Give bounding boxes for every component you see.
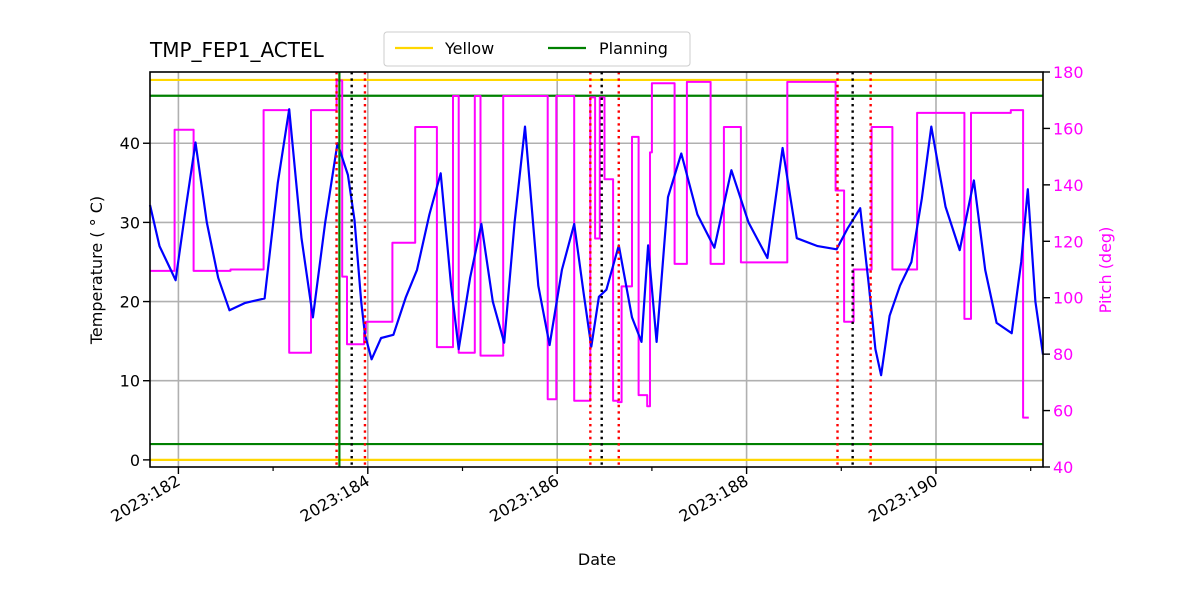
chart-title: TMP_FEP1_ACTEL <box>149 38 325 62</box>
legend-label-yellow: Yellow <box>444 39 494 58</box>
y2-tick-label: 180 <box>1053 63 1084 82</box>
y2-tick-label: 100 <box>1053 289 1084 308</box>
y-axis-left: 0 10 20 30 40 <box>120 134 150 470</box>
y2-axis-label: Pitch (deg) <box>1096 227 1115 314</box>
y2-tick-label: 160 <box>1053 119 1084 138</box>
y-tick-label: 10 <box>120 372 140 391</box>
x-axis-label: Date <box>578 550 616 569</box>
x-axis: 2023:182 2023:184 2023:186 2023:188 2023:190 <box>108 467 1032 526</box>
x-tick-label: 2023:184 <box>297 471 373 526</box>
legend-label-planning: Planning <box>599 39 668 58</box>
x-tick-label: 2023:186 <box>486 471 562 526</box>
y2-tick-label: 120 <box>1053 232 1084 251</box>
legend: Yellow Planning <box>383 31 691 67</box>
y2-tick-label: 140 <box>1053 176 1084 195</box>
y2-tick-label: 40 <box>1053 458 1073 477</box>
y2-tick-label: 80 <box>1053 345 1073 364</box>
chart: TMP_FEP1_ACTEL Yellow Planning 2023:182 2… <box>87 31 1115 569</box>
y-tick-label: 40 <box>120 134 140 153</box>
y-tick-label: 20 <box>120 293 140 312</box>
x-tick-label: 2023:182 <box>108 471 184 526</box>
y2-tick-label: 60 <box>1053 402 1073 421</box>
x-tick-label: 2023:188 <box>676 471 752 526</box>
x-tick-label: 2023:190 <box>865 471 941 526</box>
y-tick-label: 30 <box>120 213 140 232</box>
y-axis-right: 40 60 80 100 120 140 160 180 <box>1043 63 1084 477</box>
series-line-temperature <box>148 108 1045 377</box>
y-tick-label: 0 <box>130 451 140 470</box>
y-axis-label: Temperature ( ° C) <box>87 196 106 345</box>
series-group <box>148 79 1045 419</box>
